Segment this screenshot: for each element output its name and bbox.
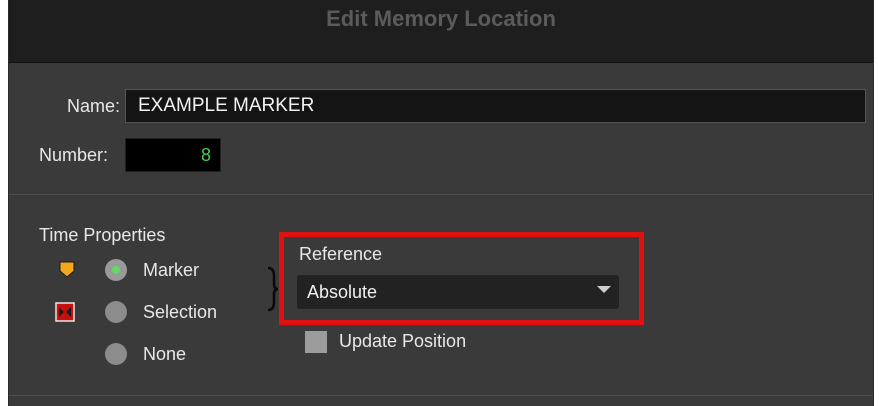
- update-position-label: Update Position: [339, 331, 467, 351]
- name-label: Name:: [67, 96, 121, 116]
- number-label: Number:: [39, 145, 109, 165]
- update-position-checkbox[interactable]: [305, 331, 327, 353]
- title-bar[interactable]: Edit Memory Location: [9, 0, 873, 63]
- bracket-connector: [267, 266, 279, 312]
- marker-radio[interactable]: [105, 259, 127, 281]
- time-properties-heading: Time Properties: [39, 225, 166, 245]
- selection-option-label: Selection: [143, 302, 218, 322]
- bottom-divider: [9, 395, 873, 396]
- number-input[interactable]: 8: [125, 138, 221, 172]
- marker-option-label: Marker: [143, 260, 200, 280]
- selection-radio[interactable]: [105, 301, 127, 323]
- none-option-label: None: [143, 344, 187, 364]
- none-radio[interactable]: [105, 343, 127, 365]
- selection-icon: [55, 302, 75, 322]
- highlight-box: [279, 232, 644, 325]
- name-input[interactable]: EXAMPLE MARKER: [125, 89, 866, 123]
- marker-icon: [59, 261, 75, 278]
- dialog-title: Edit Memory Location: [326, 6, 556, 31]
- section-divider: [9, 194, 873, 195]
- edit-memory-location-dialog: Edit Memory Location Name: EXAMPLE MARKE…: [8, 0, 874, 406]
